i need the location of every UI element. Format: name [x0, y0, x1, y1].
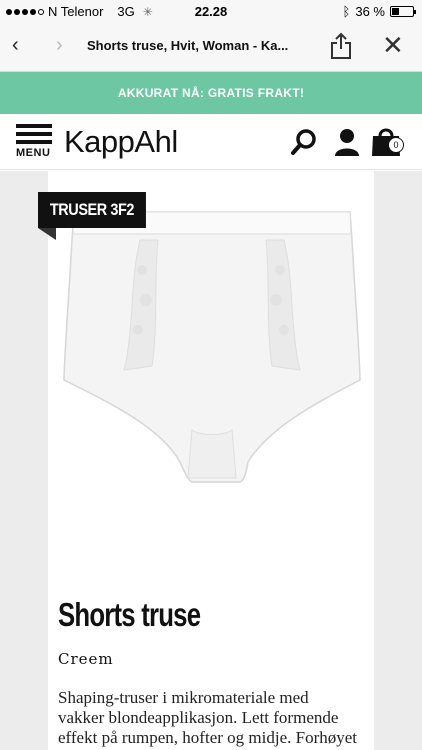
- promo-banner[interactable]: AKKURAT NÅ: GRATIS FRAKT!: [0, 72, 422, 114]
- menu-label: MENU: [16, 147, 51, 159]
- browser-nav-bar: ‹ › Shorts truse, Hvit, Woman - Ka... ✕: [0, 22, 422, 72]
- product-style-tag: TRUSER 3F2: [38, 192, 146, 228]
- product-color: Creem: [58, 650, 114, 668]
- battery-percent: 36 %: [355, 4, 385, 19]
- battery-level-fill: [392, 8, 400, 15]
- status-right: ᛒ 36 %: [342, 4, 416, 19]
- page-title: Shorts truse, Hvit, Woman - Ka...: [87, 38, 289, 53]
- site-header: MENU KappAhl: [0, 114, 422, 170]
- product-image[interactable]: [60, 200, 364, 490]
- forward-icon[interactable]: ›: [56, 34, 63, 57]
- share-icon[interactable]: [328, 32, 354, 60]
- back-icon[interactable]: ‹: [12, 34, 19, 57]
- battery-icon: [390, 6, 416, 17]
- account-icon[interactable]: [334, 128, 360, 156]
- cart-count-badge[interactable]: 0: [388, 137, 404, 153]
- status-bar: N Telenor 3G ✳ 22.28 ᛒ 36 %: [0, 0, 422, 22]
- hamburger-icon: [16, 124, 52, 144]
- product-name: Shorts truse: [58, 596, 201, 633]
- tag-fold-decoration: [38, 228, 56, 240]
- kappahl-logo[interactable]: KappAhl: [64, 124, 178, 160]
- menu-button[interactable]: MENU: [16, 124, 52, 159]
- product-description: Shaping-truser i mikromateriale med vakk…: [58, 688, 357, 750]
- close-icon[interactable]: ✕: [382, 32, 404, 58]
- bluetooth-icon: ᛒ: [342, 4, 351, 19]
- search-icon[interactable]: [290, 128, 318, 156]
